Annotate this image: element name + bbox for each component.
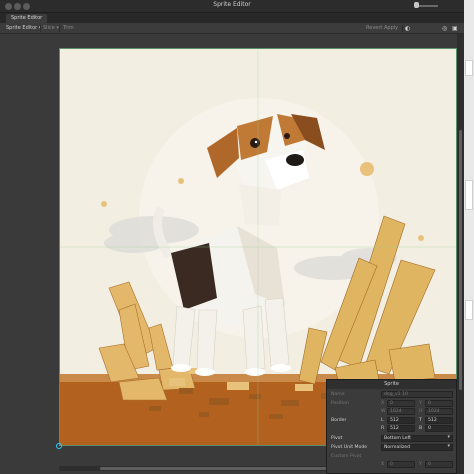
pivot-unit-mode-dropdown[interactable]: Normalized xyxy=(381,444,453,451)
slice-label: Slice xyxy=(43,25,55,31)
zoom-slider-thumb[interactable] xyxy=(414,2,419,8)
alpha-toggle-icon[interactable]: ◐ xyxy=(405,23,410,34)
height-field[interactable]: 1024 xyxy=(425,408,453,415)
y-label: Y xyxy=(419,401,422,406)
t-label: T xyxy=(419,418,422,423)
position-x-field[interactable]: 0 xyxy=(387,400,415,407)
border-right-field[interactable]: 512 xyxy=(387,425,415,432)
zoom-slider-track[interactable] xyxy=(418,5,438,7)
background-panel-chip xyxy=(465,180,473,210)
custom-pivot-y-field[interactable]: 0 xyxy=(425,461,453,468)
width-field[interactable]: 1024 xyxy=(387,408,415,415)
name-label: Name xyxy=(331,392,345,397)
w-label: W xyxy=(381,409,386,414)
apply-button[interactable]: Apply xyxy=(384,23,398,34)
pivot-handle[interactable] xyxy=(56,443,62,449)
background-panel-chip xyxy=(465,60,473,76)
border-label: Border xyxy=(331,418,347,423)
slice-button[interactable]: Slice ▾ xyxy=(43,23,59,34)
dog-neck xyxy=(239,184,281,226)
window-title: Sprite Editor xyxy=(213,1,251,8)
eye-highlight xyxy=(254,140,258,144)
revert-button[interactable]: Revert xyxy=(366,23,382,34)
dog-nose xyxy=(286,154,304,166)
position-y-field[interactable]: 0 xyxy=(425,400,453,407)
panel-header: Sprite xyxy=(327,380,456,389)
b-label: B xyxy=(419,426,423,431)
toolbar: Sprite Editor ▾ Slice ▾ Trim Revert Appl… xyxy=(0,23,464,34)
custom-y-label: Y xyxy=(419,462,422,467)
dog-right-eye xyxy=(284,133,290,139)
background-panel-chip xyxy=(465,300,473,320)
r-label: R xyxy=(381,426,385,431)
background-app-edge xyxy=(464,0,474,474)
horizontal-scrollbar-thumb[interactable] xyxy=(100,467,330,470)
custom-pivot-label: Custom Pivot xyxy=(331,454,362,459)
x-label: X xyxy=(381,401,385,406)
zoom-toggle-icon[interactable]: ◎ xyxy=(442,23,447,34)
tab-sprite-editor[interactable]: Sprite Editor xyxy=(6,14,48,23)
trim-button[interactable]: Trim xyxy=(63,23,74,34)
custom-x-label: X xyxy=(381,462,385,467)
toolbar-divider xyxy=(59,25,60,32)
title-bar[interactable]: Sprite Editor xyxy=(0,0,464,13)
mode-dropdown[interactable]: Sprite Editor ▾ xyxy=(6,23,41,34)
pivot-dropdown[interactable]: Bottom Left xyxy=(381,435,453,442)
toolbar-divider xyxy=(40,25,41,32)
toolbar-divider xyxy=(402,25,403,32)
l-label: L xyxy=(381,418,384,423)
mode-dropdown-label: Sprite Editor xyxy=(6,25,38,31)
dog-left-eye xyxy=(250,138,260,148)
h-label: H xyxy=(419,409,423,414)
custom-pivot-x-field[interactable]: 0 xyxy=(387,461,415,468)
tab-bar: Sprite Editor xyxy=(0,13,464,23)
position-label: Position xyxy=(331,401,349,406)
color-toggle-icon[interactable]: ▣ xyxy=(452,23,458,34)
pivot-label: Pivot xyxy=(331,436,343,441)
border-top-field[interactable]: 512 xyxy=(425,417,453,424)
sprite-inspector-panel: Sprite Name dog_v1 10 Position X 0 Y 0 W… xyxy=(326,379,457,474)
border-bottom-field[interactable]: 0 xyxy=(425,425,453,432)
vertical-scrollbar-thumb[interactable] xyxy=(459,130,462,390)
border-left-field[interactable]: 512 xyxy=(387,417,415,424)
name-field[interactable]: dog_v1 10 xyxy=(381,391,453,398)
pivot-unit-mode-label: Pivot Unit Mode xyxy=(331,445,368,450)
